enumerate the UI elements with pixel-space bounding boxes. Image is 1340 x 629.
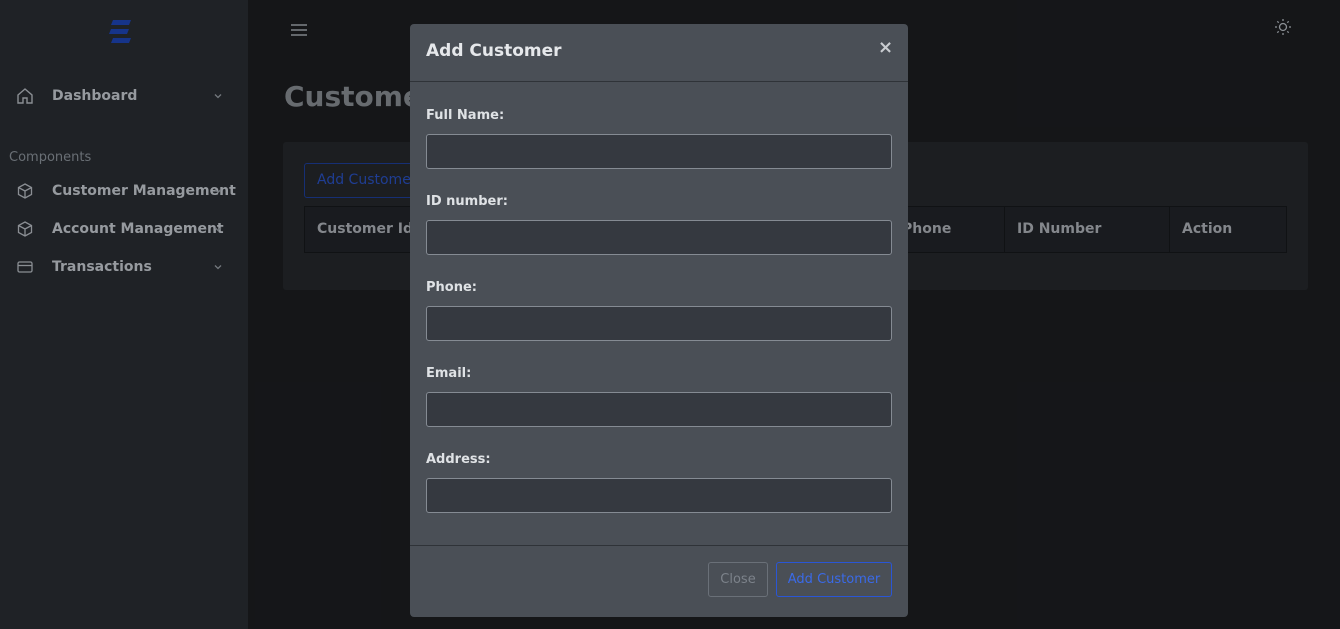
modal-footer: Close Add Customer bbox=[410, 545, 908, 617]
full-name-field[interactable] bbox=[426, 134, 892, 169]
modal-title: Add Customer bbox=[426, 41, 562, 61]
add-customer-modal: Add Customer × Full Name: ID number: Pho… bbox=[410, 24, 908, 617]
submit-add-customer-button[interactable]: Add Customer bbox=[776, 562, 892, 597]
id-number-label: ID number: bbox=[426, 194, 508, 209]
phone-field[interactable] bbox=[426, 306, 892, 341]
address-field[interactable] bbox=[426, 478, 892, 513]
id-number-field[interactable] bbox=[426, 220, 892, 255]
email-field[interactable] bbox=[426, 392, 892, 427]
phone-label: Phone: bbox=[426, 280, 477, 295]
full-name-label: Full Name: bbox=[426, 108, 505, 123]
modal-header: Add Customer × bbox=[410, 24, 908, 82]
email-label: Email: bbox=[426, 366, 472, 381]
close-button[interactable]: Close bbox=[708, 562, 768, 597]
close-icon[interactable]: × bbox=[878, 39, 893, 57]
address-label: Address: bbox=[426, 452, 491, 467]
